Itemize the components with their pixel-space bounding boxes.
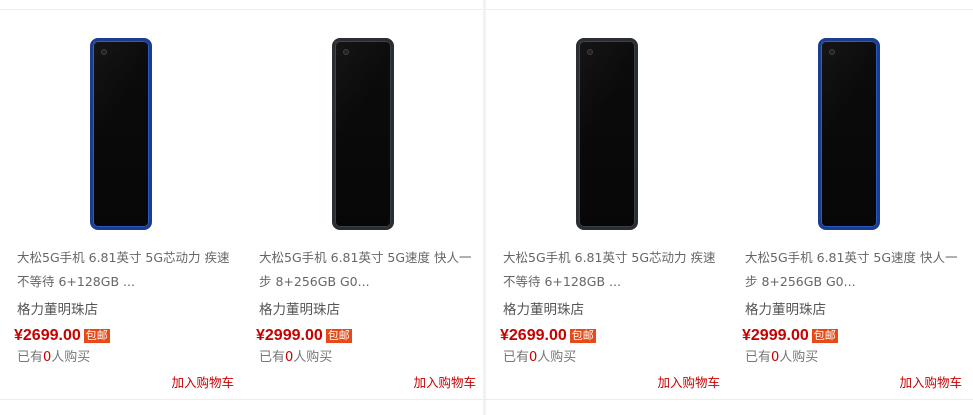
sold-prefix: 已有 <box>259 350 286 365</box>
product-card: 大松5G手机 6.81英寸 5G芯动力 疾速不等待 6+128GB ... 格力… <box>0 10 242 399</box>
free-shipping-badge: 包邮 <box>325 329 352 343</box>
sold-count: 已有0人购买 <box>17 346 90 365</box>
add-to-cart-button[interactable]: 加入购物车 <box>171 372 234 391</box>
product-card: 大松5G手机 6.81英寸 5G速度 快人一步 8+256GB G0... 格力… <box>242 10 484 399</box>
sold-prefix: 已有 <box>17 350 44 365</box>
product-image[interactable] <box>818 38 880 230</box>
sold-suffix: 人购买 <box>537 350 577 365</box>
product-price: ¥2699.00 <box>14 327 81 344</box>
product-price: ¥2999.00 <box>256 327 323 344</box>
sold-prefix: 已有 <box>745 350 772 365</box>
product-card: 大松5G手机 6.81英寸 5G芯动力 疾速不等待 6+128GB ... 格力… <box>486 10 728 399</box>
product-title[interactable]: 大松5G手机 6.81英寸 5G速度 快人一步 8+256GB G0... <box>745 246 960 294</box>
sold-suffix: 人购买 <box>51 350 91 365</box>
free-shipping-badge: 包邮 <box>569 329 596 343</box>
shop-name[interactable]: 格力董明珠店 <box>17 298 98 318</box>
sold-suffix: 人购买 <box>779 350 819 365</box>
product-card: 大松5G手机 6.81英寸 5G速度 快人一步 8+256GB G0... 格力… <box>728 10 970 399</box>
add-to-cart-button[interactable]: 加入购物车 <box>413 372 476 391</box>
price-row: ¥2999.00 包邮 <box>742 326 838 346</box>
product-title[interactable]: 大松5G手机 6.81英寸 5G芯动力 疾速不等待 6+128GB ... <box>503 246 718 294</box>
product-price: ¥2699.00 <box>500 327 567 344</box>
product-title[interactable]: 大松5G手机 6.81英寸 5G速度 快人一步 8+256GB G0... <box>259 246 474 294</box>
price-row: ¥2699.00 包邮 <box>14 326 110 346</box>
sold-prefix: 已有 <box>503 350 530 365</box>
sold-suffix: 人购买 <box>293 350 333 365</box>
shop-name[interactable]: 格力董明珠店 <box>745 298 826 318</box>
free-shipping-badge: 包邮 <box>811 329 838 343</box>
bottom-divider <box>0 399 973 400</box>
product-title[interactable]: 大松5G手机 6.81英寸 5G芯动力 疾速不等待 6+128GB ... <box>17 246 232 294</box>
add-to-cart-button[interactable]: 加入购物车 <box>657 372 720 391</box>
product-price: ¥2999.00 <box>742 327 809 344</box>
product-grid: 大松5G手机 6.81英寸 5G芯动力 疾速不等待 6+128GB ... 格力… <box>0 0 973 415</box>
shop-name[interactable]: 格力董明珠店 <box>503 298 584 318</box>
product-image[interactable] <box>332 38 394 230</box>
product-image[interactable] <box>576 38 638 230</box>
price-row: ¥2699.00 包邮 <box>500 326 596 346</box>
sold-count: 已有0人购买 <box>503 346 576 365</box>
sold-count: 已有0人购买 <box>259 346 332 365</box>
price-row: ¥2999.00 包邮 <box>256 326 352 346</box>
add-to-cart-button[interactable]: 加入购物车 <box>899 372 962 391</box>
shop-name[interactable]: 格力董明珠店 <box>259 298 340 318</box>
sold-count: 已有0人购买 <box>745 346 818 365</box>
free-shipping-badge: 包邮 <box>83 329 110 343</box>
product-image[interactable] <box>90 38 152 230</box>
